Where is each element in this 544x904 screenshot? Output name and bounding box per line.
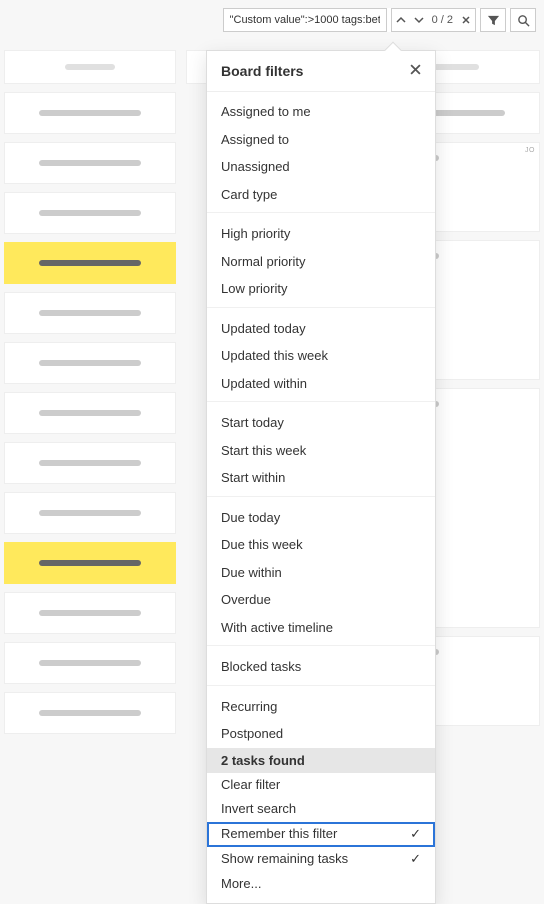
search-nav-group: 0 / 2 [391,8,476,32]
filter-item[interactable]: High priority [207,220,435,248]
filter-action-item[interactable]: Invert search [207,797,435,822]
card-placeholder [39,660,141,666]
card[interactable] [4,142,176,184]
filter-action-item[interactable]: Remember this filter ✓ [207,822,435,847]
card-placeholder [39,360,141,366]
filter-item[interactable]: Recurring [207,693,435,721]
card[interactable] [4,592,176,634]
close-icon [410,64,421,75]
check-icon: ✓ [410,825,421,844]
card-placeholder [39,560,141,566]
filter-item[interactable]: Blocked tasks [207,653,435,681]
card-placeholder [39,160,141,166]
filter-item[interactable]: Due within [207,559,435,587]
action-label: Remember this filter [221,825,337,844]
panel-header: Board filters [207,51,435,92]
search-button[interactable] [510,8,536,32]
action-label: Clear filter [221,776,280,795]
filter-button[interactable] [480,8,506,32]
search-next-button[interactable] [410,9,428,31]
action-label: More... [221,875,261,894]
action-label: Invert search [221,800,296,819]
search-icon [517,14,530,27]
filter-item[interactable]: Card type [207,181,435,209]
filter-item[interactable]: Start this week [207,437,435,465]
filter-item[interactable]: Due today [207,504,435,532]
search-count: 0 / 2 [428,14,457,26]
card-placeholder [39,310,141,316]
card-placeholder [39,110,141,116]
card-placeholder [39,510,141,516]
filter-item[interactable]: Updated within [207,370,435,398]
card[interactable] [4,692,176,734]
card-placeholder [39,260,141,266]
filter-item[interactable]: Unassigned [207,153,435,181]
filter-icon [487,14,500,27]
card-placeholder [39,460,141,466]
card[interactable] [4,342,176,384]
check-icon: ✓ [410,850,421,869]
card-placeholder [39,610,141,616]
card-matched[interactable] [4,542,176,584]
card[interactable] [4,92,176,134]
board-column [4,50,176,767]
filter-item[interactable]: Start today [207,409,435,437]
search-clear-button[interactable] [457,9,475,31]
card[interactable] [4,492,176,534]
search-prev-button[interactable] [392,9,410,31]
filter-item[interactable]: Postponed [207,720,435,748]
filter-action-item[interactable]: More... [207,872,435,897]
panel-close-button[interactable] [410,63,421,79]
card[interactable] [4,642,176,684]
card-matched[interactable] [4,242,176,284]
action-label: Show remaining tasks [221,850,348,869]
filter-item[interactable]: Overdue [207,586,435,614]
filter-item[interactable]: Low priority [207,275,435,303]
search-input[interactable] [223,8,387,32]
filter-action-item[interactable]: Show remaining tasks ✓ [207,847,435,872]
panel-title: Board filters [221,63,303,79]
filter-item[interactable]: Updated today [207,315,435,343]
board-filters-panel: Board filters Assigned to meAssigned toU… [206,50,436,904]
filter-action-item[interactable]: Clear filter [207,773,435,798]
card-placeholder [39,410,141,416]
card[interactable] [4,392,176,434]
column-header[interactable] [4,50,176,84]
card[interactable] [4,292,176,334]
card-placeholder [39,210,141,216]
card-placeholder [39,710,141,716]
filter-item[interactable]: With active timeline [207,614,435,642]
search-toolbar: 0 / 2 [223,8,536,32]
filter-item[interactable]: Assigned to [207,126,435,154]
chevron-down-icon [414,15,424,25]
avatar-initials: JO [525,147,535,154]
filter-item[interactable]: Due this week [207,531,435,559]
filter-item[interactable]: Start within [207,464,435,492]
chevron-up-icon [396,15,406,25]
filter-item[interactable]: Updated this week [207,342,435,370]
close-icon [461,15,471,25]
filter-item[interactable]: Normal priority [207,248,435,276]
tasks-found-row: 2 tasks found [207,748,435,773]
filter-item[interactable]: Assigned to me [207,98,435,126]
card[interactable] [4,192,176,234]
card[interactable] [4,442,176,484]
panel-body: Assigned to meAssigned toUnassignedCard … [207,92,435,903]
